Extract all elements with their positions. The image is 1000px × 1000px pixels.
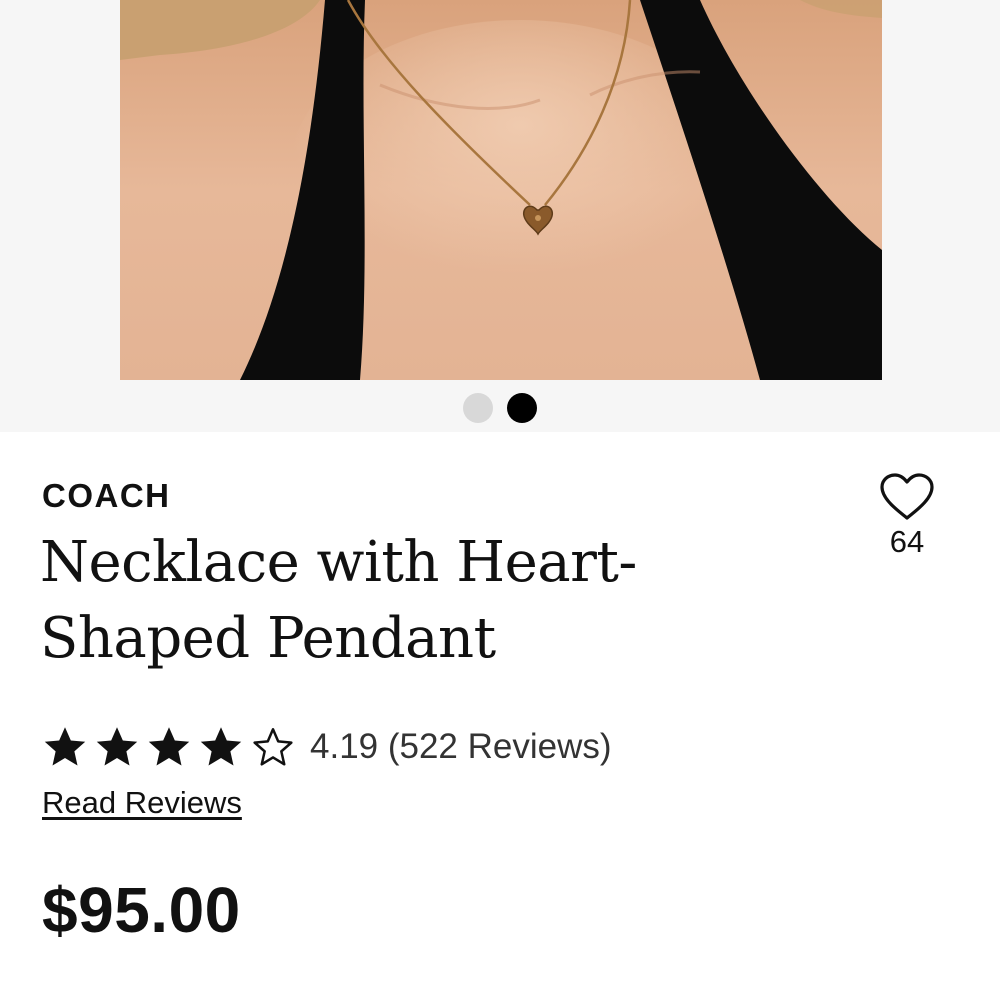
- heart-outline-icon: [880, 473, 934, 520]
- product-photo-illustration: [120, 0, 882, 380]
- gallery-dot-1[interactable]: [463, 393, 493, 423]
- star-filled-icon: [96, 727, 138, 766]
- product-price: $95.00: [42, 874, 241, 946]
- favorite-count: 64: [889, 524, 925, 559]
- rating-text: 4.19 (522 Reviews): [310, 727, 612, 766]
- product-image-gallery[interactable]: [0, 0, 1000, 432]
- brand-name[interactable]: COACH: [42, 476, 171, 516]
- favorite-button[interactable]: 64: [872, 472, 942, 560]
- star-filled-icon: [44, 727, 86, 766]
- read-reviews-link[interactable]: Read Reviews: [42, 784, 242, 822]
- rating-summary[interactable]: 4.19 (522 Reviews): [40, 722, 612, 772]
- product-photo[interactable]: [120, 0, 882, 380]
- gallery-pagination: [0, 392, 1000, 424]
- star-filled-icon: [148, 727, 190, 766]
- star-rating: [40, 722, 298, 772]
- gallery-dot-2-active[interactable]: [507, 393, 537, 423]
- star-filled-icon: [200, 727, 242, 766]
- star-outline-icon: [253, 728, 293, 766]
- product-title: Necklace with Heart-Shaped Pendant: [40, 530, 637, 671]
